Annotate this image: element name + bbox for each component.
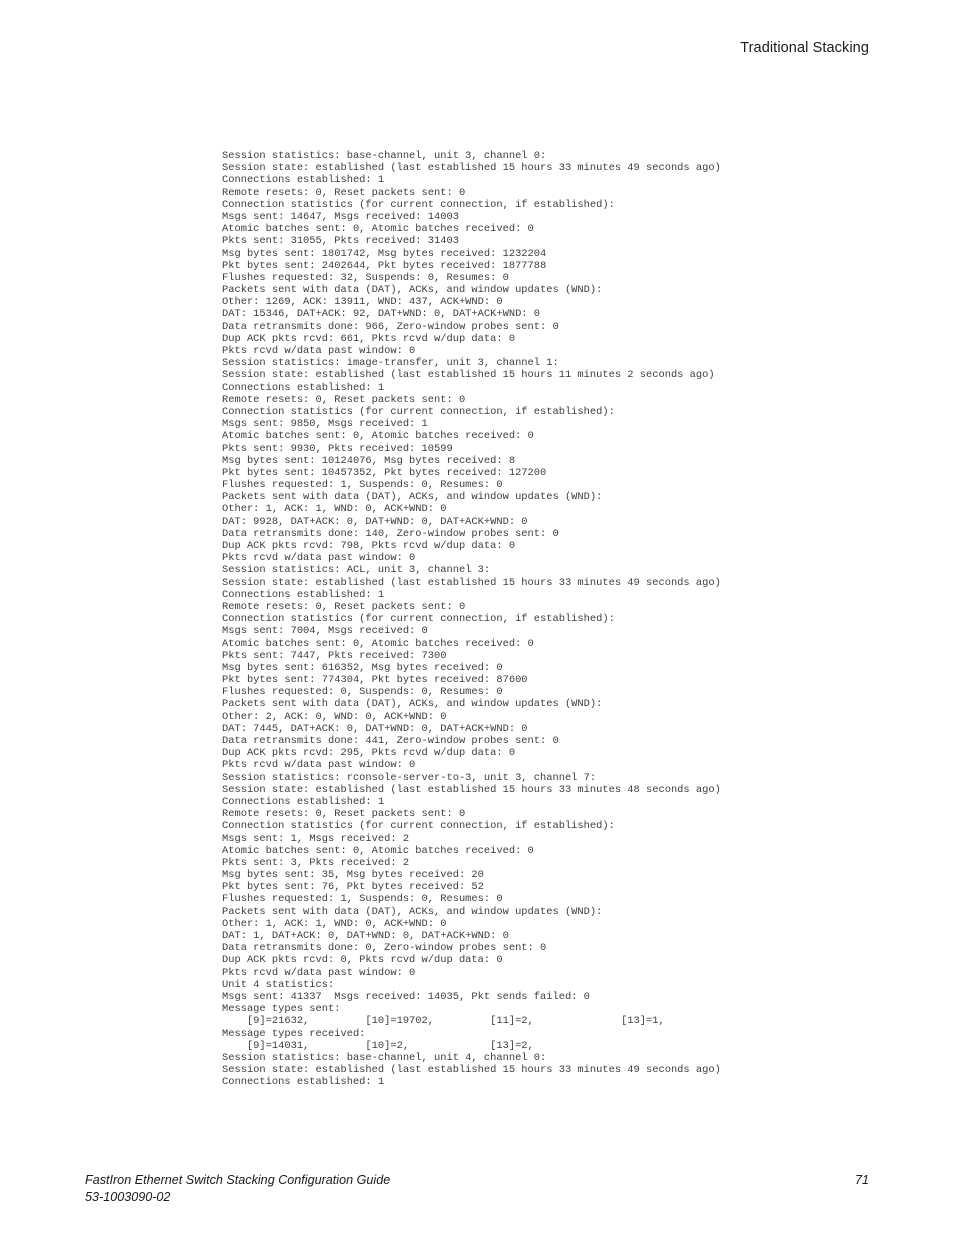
console-output-line: Other: 1269, ACK: 13911, WND: 437, ACK+W…: [222, 296, 503, 309]
console-output-line: Session statistics: base-channel, unit 3…: [222, 150, 547, 162]
console-output-line: Msg bytes sent: 10124076, Msg bytes rece…: [222, 454, 516, 467]
console-output-line: Data retransmits done: 0, Zero-window pr…: [222, 942, 547, 955]
footer-document-title: FastIron Ethernet Switch Stacking Config…: [85, 1173, 391, 1187]
console-output-line: Session state: established (last establi…: [222, 1064, 721, 1077]
console-output-line: Dup ACK pkts rcvd: 661, Pkts rcvd w/dup …: [222, 332, 516, 345]
console-output-line: Other: 1, ACK: 1, WND: 0, ACK+WND: 0: [222, 503, 447, 516]
console-output-line: Session statistics: rconsole-server-to-3…: [222, 771, 597, 784]
console-output-line: Remote resets: 0, Reset packets sent: 0: [222, 808, 466, 821]
console-output-line: Msgs sent: 9850, Msgs received: 1: [222, 418, 428, 431]
console-output-line: Atomic batches sent: 0, Atomic batches r…: [222, 844, 534, 857]
console-output-line: Packets sent with data (DAT), ACKs, and …: [222, 491, 603, 504]
console-output-line: Connections established: 1: [222, 381, 385, 394]
console-output-line: Pkt bytes sent: 76, Pkt bytes received: …: [222, 881, 484, 894]
console-output-line: Flushes requested: 1, Suspends: 0, Resum…: [222, 479, 503, 492]
console-output-line: Atomic batches sent: 0, Atomic batches r…: [222, 430, 534, 443]
console-output-line: Msgs sent: 1, Msgs received: 2: [222, 832, 410, 845]
console-output-line: Connection statistics (for current conne…: [222, 613, 615, 626]
console-output-line: Connection statistics (for current conne…: [222, 405, 615, 418]
console-output-line: Pkt bytes sent: 10457352, Pkt bytes rece…: [222, 466, 547, 479]
console-output-line: Session state: established (last establi…: [222, 162, 721, 175]
footer-page-number: 71: [854, 1173, 869, 1187]
console-output-line: Pkts rcvd w/data past window: 0: [222, 966, 416, 979]
console-output-line: DAT: 15346, DAT+ACK: 92, DAT+WND: 0, DAT…: [222, 308, 541, 321]
console-output-line: Message types received:: [222, 1027, 366, 1040]
console-output-line: Data retransmits done: 441, Zero-window …: [222, 735, 559, 747]
console-output-line: Pkt bytes sent: 774304, Pkt bytes receiv…: [222, 674, 528, 687]
console-output-line: Pkts sent: 9930, Pkts received: 10599: [222, 442, 453, 455]
console-output-line: Flushes requested: 1, Suspends: 0, Resum…: [222, 893, 503, 906]
console-output-line: Packets sent with data (DAT), ACKs, and …: [222, 905, 603, 918]
console-output-line: Msgs sent: 41337 Msgs received: 14035, P…: [222, 990, 590, 1003]
console-output-line: Other: 2, ACK: 0, WND: 0, ACK+WND: 0: [222, 710, 447, 723]
console-output-line: Connection statistics (for current conne…: [222, 198, 615, 211]
console-output-line: Pkt bytes sent: 2402644, Pkt bytes recei…: [222, 259, 547, 272]
console-output-line: Pkts rcvd w/data past window: 0: [222, 345, 416, 357]
console-output-line: Session state: established (last establi…: [222, 783, 721, 796]
page-footer: FastIron Ethernet Switch Stacking Config…: [85, 1165, 869, 1235]
console-output-line: DAT: 7445, DAT+ACK: 0, DAT+WND: 0, DAT+A…: [222, 722, 528, 735]
console-output-line: Dup ACK pkts rcvd: 798, Pkts rcvd w/dup …: [222, 540, 516, 552]
console-output-line: Session statistics: base-channel, unit 4…: [222, 1051, 547, 1064]
console-output-block: Session statistics: base-channel, unit 3…: [222, 150, 882, 1088]
console-output-line: Pkts rcvd w/data past window: 0: [222, 552, 416, 565]
console-output-line: Atomic batches sent: 0, Atomic batches r…: [222, 223, 534, 236]
console-output-line: Remote resets: 0, Reset packets sent: 0: [222, 393, 466, 406]
console-output-line: Connection statistics (for current conne…: [222, 820, 615, 833]
console-output-line: Connections established: 1: [222, 588, 385, 601]
console-output-line: Session state: established (last establi…: [222, 369, 715, 382]
console-output-line: DAT: 1, DAT+ACK: 0, DAT+WND: 0, DAT+ACK+…: [222, 930, 509, 942]
console-output-line: Atomic batches sent: 0, Atomic batches r…: [222, 637, 534, 650]
console-output-line: Msgs sent: 7004, Msgs received: 0: [222, 625, 428, 638]
console-output-line: Session statistics: ACL, unit 3, channel…: [222, 564, 491, 577]
console-output-line: Pkts rcvd w/data past window: 0: [222, 759, 416, 772]
console-output-line: Pkts sent: 3, Pkts received: 2: [222, 856, 410, 869]
running-head: Traditional Stacking: [740, 40, 869, 56]
console-output-line: Msgs sent: 14647, Msgs received: 14003: [222, 210, 459, 223]
console-output-line: Remote resets: 0, Reset packets sent: 0: [222, 600, 466, 613]
document-page: Traditional Stacking Session statistics:…: [0, 0, 954, 1235]
console-output-line: Connections established: 1: [222, 795, 385, 808]
console-output-line: Packets sent with data (DAT), ACKs, and …: [222, 284, 603, 297]
console-output-line: [9]=14031, [10]=2, [13]=2,: [222, 1039, 534, 1052]
console-output-line: Connections established: 1: [222, 1076, 385, 1089]
console-output-line: [9]=21632, [10]=19702, [11]=2, [13]=1,: [222, 1015, 665, 1028]
console-output-line: Pkts sent: 31055, Pkts received: 31403: [222, 235, 459, 248]
console-output-line: Remote resets: 0, Reset packets sent: 0: [222, 186, 466, 199]
console-output-line: Flushes requested: 32, Suspends: 0, Resu…: [222, 271, 509, 284]
console-output-line: Data retransmits done: 966, Zero-window …: [222, 320, 559, 333]
console-output-line: Data retransmits done: 140, Zero-window …: [222, 527, 559, 540]
console-output-line: Other: 1, ACK: 1, WND: 0, ACK+WND: 0: [222, 917, 447, 930]
console-output-line: DAT: 9928, DAT+ACK: 0, DAT+WND: 0, DAT+A…: [222, 515, 528, 528]
console-output-line: Session state: established (last establi…: [222, 576, 721, 589]
console-output-line: Pkts sent: 7447, Pkts received: 7300: [222, 649, 447, 662]
console-output-line: Message types sent:: [222, 1003, 341, 1016]
console-output-line: Dup ACK pkts rcvd: 295, Pkts rcvd w/dup …: [222, 747, 516, 760]
console-output-line: Packets sent with data (DAT), ACKs, and …: [222, 698, 603, 711]
console-output-line: Dup ACK pkts rcvd: 0, Pkts rcvd w/dup da…: [222, 954, 503, 967]
console-output-line: Msg bytes sent: 35, Msg bytes received: …: [222, 869, 484, 882]
console-output-line: Unit 4 statistics:: [222, 978, 335, 991]
console-output-line: Flushes requested: 0, Suspends: 0, Resum…: [222, 686, 503, 699]
console-output-line: Session statistics: image-transfer, unit…: [222, 357, 559, 370]
console-output-line: Msg bytes sent: 1801742, Msg bytes recei…: [222, 247, 547, 260]
footer-document-number: 53-1003090-02: [85, 1190, 171, 1204]
console-output-line: Connections established: 1: [222, 174, 385, 187]
console-output-line: Msg bytes sent: 616352, Msg bytes receiv…: [222, 661, 503, 674]
